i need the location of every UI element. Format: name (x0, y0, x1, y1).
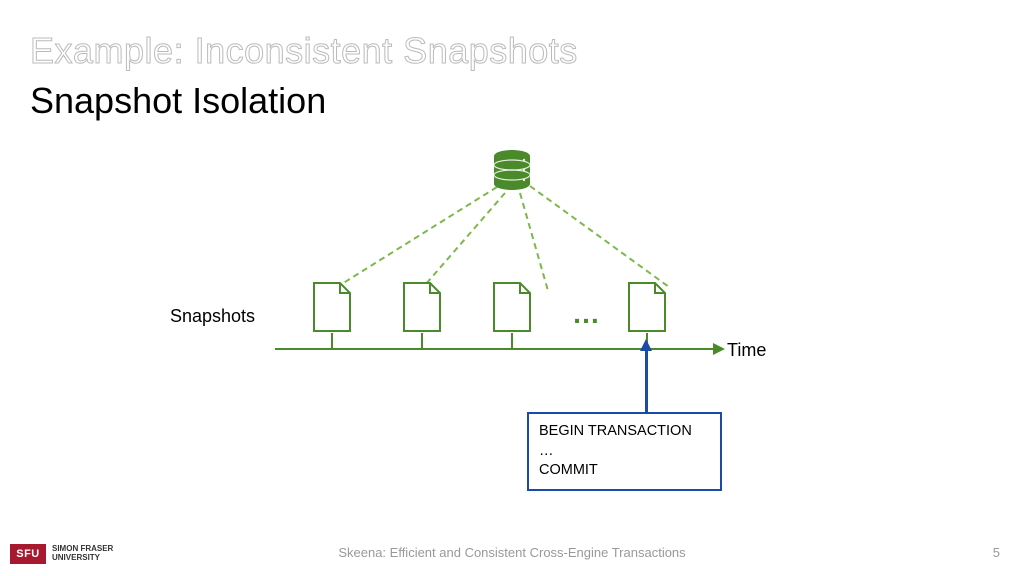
page-number: 5 (993, 545, 1000, 560)
slide-title-outline: Example: Inconsistent Snapshots (30, 30, 578, 72)
snapshot-stem (511, 333, 513, 349)
snapshots-label: Snapshots (170, 306, 255, 327)
txn-line-begin: BEGIN TRANSACTION (539, 422, 710, 442)
transaction-arrow (645, 349, 648, 412)
dashed-connector (529, 185, 668, 287)
snapshot-doc-icon (312, 281, 352, 338)
ellipsis-icon: … (572, 298, 603, 330)
snapshot-doc-icon (492, 281, 532, 338)
slide-subtitle: Snapshot Isolation (30, 80, 326, 122)
txn-line-ellipsis: … (539, 442, 710, 462)
dashed-connector (519, 193, 548, 290)
transaction-box: BEGIN TRANSACTION … COMMIT (527, 412, 722, 491)
snapshot-stem (421, 333, 423, 349)
time-label: Time (727, 340, 766, 361)
database-icon (490, 148, 534, 197)
txn-line-commit: COMMIT (539, 461, 710, 481)
slide-footer: SFU SIMON FRASERUNIVERSITY Skeena: Effic… (0, 536, 1024, 566)
dashed-connector (327, 186, 498, 294)
snapshot-stem (331, 333, 333, 349)
diagram-area: Snapshots Time … BEGIN TRANSACTION … COM… (0, 130, 1024, 490)
snapshot-doc-icon (402, 281, 442, 338)
footer-paper-title: Skeena: Efficient and Consistent Cross-E… (0, 545, 1024, 560)
snapshot-doc-icon (627, 281, 667, 338)
